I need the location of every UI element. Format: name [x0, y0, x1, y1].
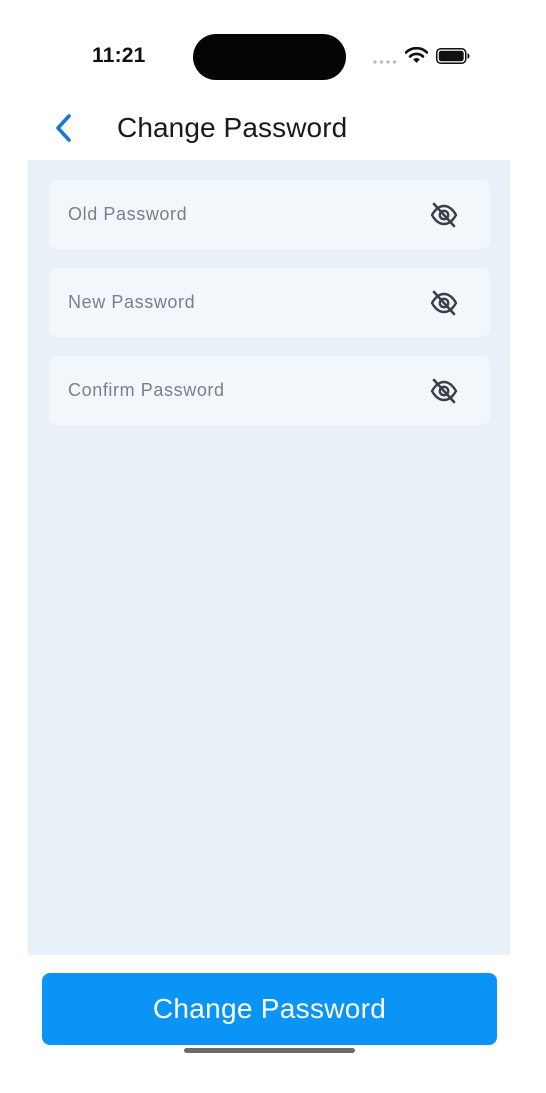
confirm-password-input[interactable] — [49, 356, 408, 425]
status-time: 11:21 — [92, 44, 146, 67]
page-title: Change Password — [117, 112, 348, 143]
battery-icon — [436, 48, 470, 64]
chevron-left-icon — [56, 114, 71, 142]
wifi-icon — [405, 46, 428, 63]
signal-dots-icon — [373, 60, 397, 64]
confirm-password-field — [49, 356, 490, 425]
eye-off-icon[interactable] — [430, 377, 458, 405]
dynamic-island — [193, 34, 346, 80]
change-password-button[interactable]: Change Password — [42, 973, 497, 1045]
eye-off-icon[interactable] — [430, 201, 458, 229]
back-button[interactable] — [48, 110, 80, 146]
old-password-input[interactable] — [49, 180, 408, 249]
navigation-bar: Change Password — [28, 100, 510, 160]
status-bar: 11:21 — [0, 0, 546, 100]
new-password-input[interactable] — [49, 268, 408, 337]
eye-off-icon[interactable] — [430, 289, 458, 317]
form-content — [28, 160, 510, 955]
home-indicator — [184, 1048, 355, 1053]
old-password-field — [49, 180, 490, 249]
new-password-field — [49, 268, 490, 337]
